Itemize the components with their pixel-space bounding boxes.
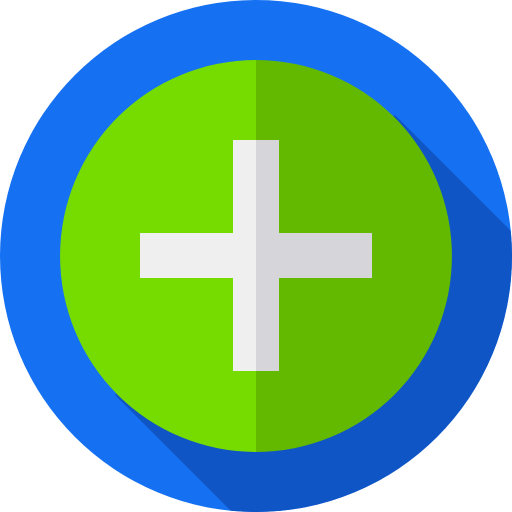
- icon-canvas: [0, 0, 512, 512]
- plus-vertical-left: [233, 140, 256, 371]
- add-plus-icon[interactable]: [0, 0, 512, 512]
- plus-vertical-right: [256, 140, 279, 371]
